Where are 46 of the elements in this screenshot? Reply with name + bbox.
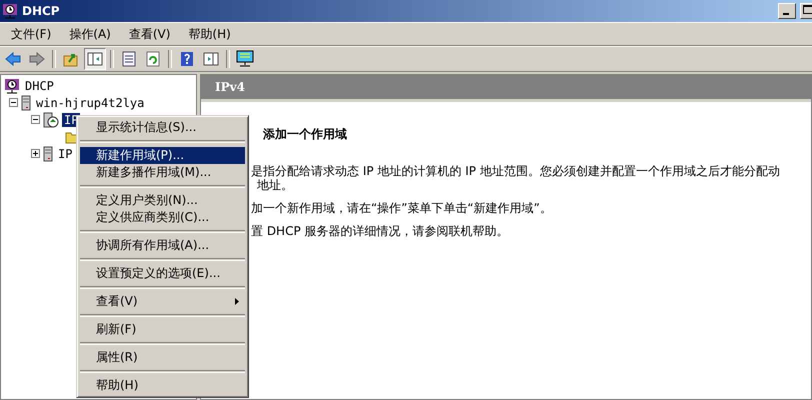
window-title: DHCP — [22, 4, 61, 18]
menu-item[interactable]: 设置预定义的选项(E)... — [80, 265, 245, 282]
action-pane-icon — [203, 52, 219, 66]
section-heading: 添加一个作用域 — [262, 126, 348, 143]
menu-item[interactable]: 查看(V) — [80, 293, 245, 310]
paragraph: 加一个新作用域，请在“操作”菜单下单击“新建作用域”。 — [251, 201, 553, 215]
menu-item[interactable]: 属性(R) — [80, 349, 245, 366]
menu-item[interactable]: 协调所有作用域(A)... — [80, 237, 245, 254]
menu-item[interactable]: 显示统计信息(S)... — [80, 119, 245, 136]
clock-computer-icon — [2, 3, 18, 19]
list-icon — [122, 51, 136, 67]
menu-item[interactable]: 定义供应商类别(C)... — [80, 209, 245, 226]
paragraph: 置 DHCP 服务器的详细情况，请参阅联机帮助。 — [251, 224, 510, 238]
tree-item[interactable]: IP — [56, 146, 74, 160]
minimize-button[interactable] — [778, 3, 796, 19]
folder-up-icon — [63, 51, 79, 67]
menu-item[interactable]: 操作(A) — [60, 26, 120, 42]
monitor-icon — [236, 50, 254, 68]
maximize-icon — [803, 5, 812, 14]
collapse-icon[interactable] — [31, 115, 40, 124]
menu-item[interactable]: 定义用户类别(N)... — [80, 192, 245, 209]
minimize-icon — [783, 13, 789, 15]
server-icon — [43, 146, 53, 162]
collapse-icon[interactable] — [9, 98, 18, 107]
server-icon — [43, 112, 59, 128]
menu-item[interactable]: 帮助(H) — [80, 377, 245, 394]
server-icon — [21, 94, 31, 110]
menu-item[interactable]: 帮助(H) — [179, 26, 240, 42]
menu-item[interactable]: 查看(V) — [120, 26, 180, 42]
paragraph: 是指分配给请求动态 IP 地址的计算机的 IP 地址范围。您必须创建并配置一个作用域之后才能分配动 地址。 — [251, 164, 781, 192]
toolbar-button[interactable] — [84, 48, 106, 70]
tree-item[interactable]: win-hjrup4t2lya — [34, 96, 146, 110]
menu-item[interactable]: 刷新(F) — [80, 321, 245, 338]
tree-item[interactable]: DHCP — [23, 78, 56, 92]
back-arrow-icon — [5, 52, 21, 66]
refresh-icon — [146, 51, 160, 67]
expand-icon[interactable] — [31, 149, 40, 158]
pane-title: IPv4 — [215, 80, 245, 94]
tree-pane-icon — [87, 52, 103, 66]
menu-item[interactable]: 新建作用域(P)... — [80, 147, 245, 164]
forward-arrow-icon — [29, 52, 45, 66]
menu-item[interactable]: 文件(F) — [2, 26, 60, 42]
help-icon — [180, 51, 194, 67]
submenu-arrow-icon — [235, 298, 239, 305]
clock-computer-icon — [4, 78, 20, 94]
menu-item[interactable]: 新建多播作用域(M)... — [80, 164, 245, 181]
